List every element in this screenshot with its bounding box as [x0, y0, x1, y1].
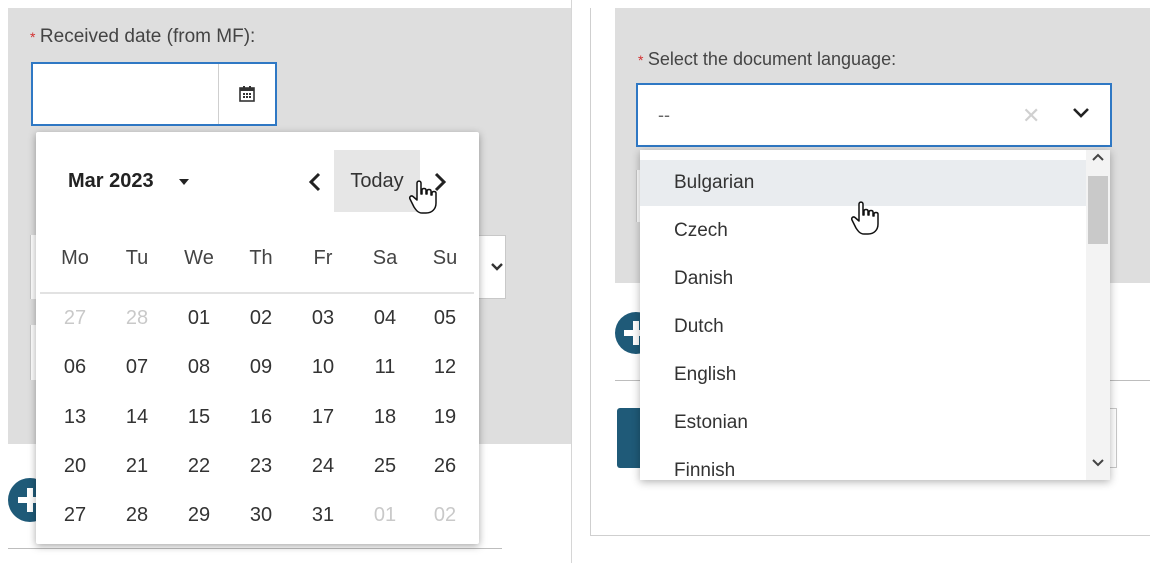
calendar-day[interactable]: 09 — [236, 356, 286, 379]
calendar-day[interactable]: 20 — [50, 455, 100, 478]
caret-down-icon[interactable] — [178, 178, 190, 186]
scroll-down-icon[interactable] — [1092, 458, 1104, 468]
calendar-day[interactable]: 02 — [236, 307, 286, 330]
selected-language-value: -- — [658, 105, 670, 125]
close-icon[interactable]: ✕ — [1022, 103, 1040, 129]
calendar-day[interactable]: 08 — [174, 356, 224, 379]
calendar-day[interactable]: 16 — [236, 406, 286, 429]
hand-pointer-icon — [409, 180, 437, 214]
calendar-day[interactable]: 22 — [174, 455, 224, 478]
calendar-day[interactable]: 21 — [112, 455, 162, 478]
language-option[interactable]: English — [640, 352, 1086, 398]
calendar-day[interactable]: 24 — [298, 455, 348, 478]
weekday-label: Mo — [61, 247, 89, 269]
calendar-day[interactable]: 06 — [50, 356, 100, 379]
calendar-divider — [40, 292, 474, 294]
language-option[interactable]: Finnish — [640, 448, 1086, 480]
calendar-day[interactable]: 05 — [420, 307, 470, 330]
left-separator-line — [8, 548, 502, 549]
language-option[interactable]: Estonian — [640, 400, 1086, 446]
calendar-day[interactable]: 29 — [174, 504, 224, 527]
panel-divider — [571, 0, 572, 563]
language-option[interactable]: Dutch — [640, 304, 1086, 350]
right-frame-border — [590, 535, 1150, 536]
scrollbar-thumb[interactable] — [1088, 176, 1108, 244]
right-frame-border — [590, 8, 591, 536]
month-year-selector[interactable]: Mar 2023 — [68, 170, 154, 193]
calendar-icon — [239, 86, 255, 102]
calendar-day[interactable]: 13 — [50, 406, 100, 429]
background-select-fragment — [476, 235, 506, 299]
calendar-day[interactable]: 12 — [420, 356, 470, 379]
required-marker: * — [638, 52, 644, 68]
language-options-list: Bulgarian Czech Danish Dutch English Estonian… — [640, 150, 1110, 480]
calendar-day[interactable]: 27 — [50, 504, 100, 527]
weekday-label: Tu — [125, 247, 149, 269]
calendar-day[interactable]: 04 — [360, 307, 410, 330]
received-date-input[interactable] — [31, 62, 277, 126]
required-marker: * — [30, 29, 36, 45]
calendar-day-outside-month[interactable]: 28 — [112, 307, 162, 330]
calendar-day[interactable]: 19 — [420, 406, 470, 429]
calendar-day[interactable]: 14 — [112, 406, 162, 429]
calendar-day[interactable]: 26 — [420, 455, 470, 478]
calendar-day[interactable]: 23 — [236, 455, 286, 478]
chevron-left-icon[interactable] — [305, 170, 325, 194]
document-language-select[interactable]: -- ✕ — [636, 83, 1112, 147]
dropdown-scrollbar[interactable] — [1086, 150, 1110, 480]
calendar-day-outside-month[interactable]: 01 — [360, 504, 410, 527]
weekday-header-row: Mo Tu We Th Fr Sa Su — [40, 245, 476, 275]
calendar-day[interactable]: 10 — [298, 356, 348, 379]
calendar-day[interactable]: 31 — [298, 504, 348, 527]
calendar-day[interactable]: 17 — [298, 406, 348, 429]
weekday-label: Th — [249, 247, 273, 269]
calendar-day[interactable]: 28 — [112, 504, 162, 527]
weekday-label: Sa — [372, 247, 398, 269]
calendar-day-outside-month[interactable]: 02 — [420, 504, 470, 527]
received-date-label-text: Received date (from MF): — [39, 26, 256, 47]
calendar-day[interactable]: 03 — [298, 307, 348, 330]
hand-pointer-icon — [851, 201, 879, 235]
calendar-day[interactable]: 07 — [112, 356, 162, 379]
calendar-day[interactable]: 11 — [360, 356, 410, 379]
calendar-day[interactable]: 18 — [360, 406, 410, 429]
calendar-day[interactable]: 01 — [174, 307, 224, 330]
document-language-label: * Select the document language: — [638, 49, 896, 70]
date-picker-popup: Mar 2023 Today Mo Tu We Th Fr Sa Su 27 28 01 02 03… — [36, 132, 479, 544]
calendar-day[interactable]: 15 — [174, 406, 224, 429]
chevron-down-icon[interactable] — [1072, 107, 1090, 119]
weekday-label: Su — [432, 247, 458, 269]
calendar-day-outside-month[interactable]: 27 — [50, 307, 100, 330]
document-language-label-text: Select the document language: — [647, 49, 897, 69]
weekday-label: We — [184, 247, 214, 269]
weekday-label: Fr — [313, 247, 333, 269]
calendar-day[interactable]: 25 — [360, 455, 410, 478]
calendar-button[interactable] — [218, 64, 275, 124]
chevron-down-icon — [491, 263, 503, 271]
received-date-label: * Received date (from MF): — [30, 26, 255, 48]
language-option[interactable]: Danish — [640, 256, 1086, 302]
scroll-up-icon[interactable] — [1092, 152, 1104, 162]
calendar-day[interactable]: 30 — [236, 504, 286, 527]
